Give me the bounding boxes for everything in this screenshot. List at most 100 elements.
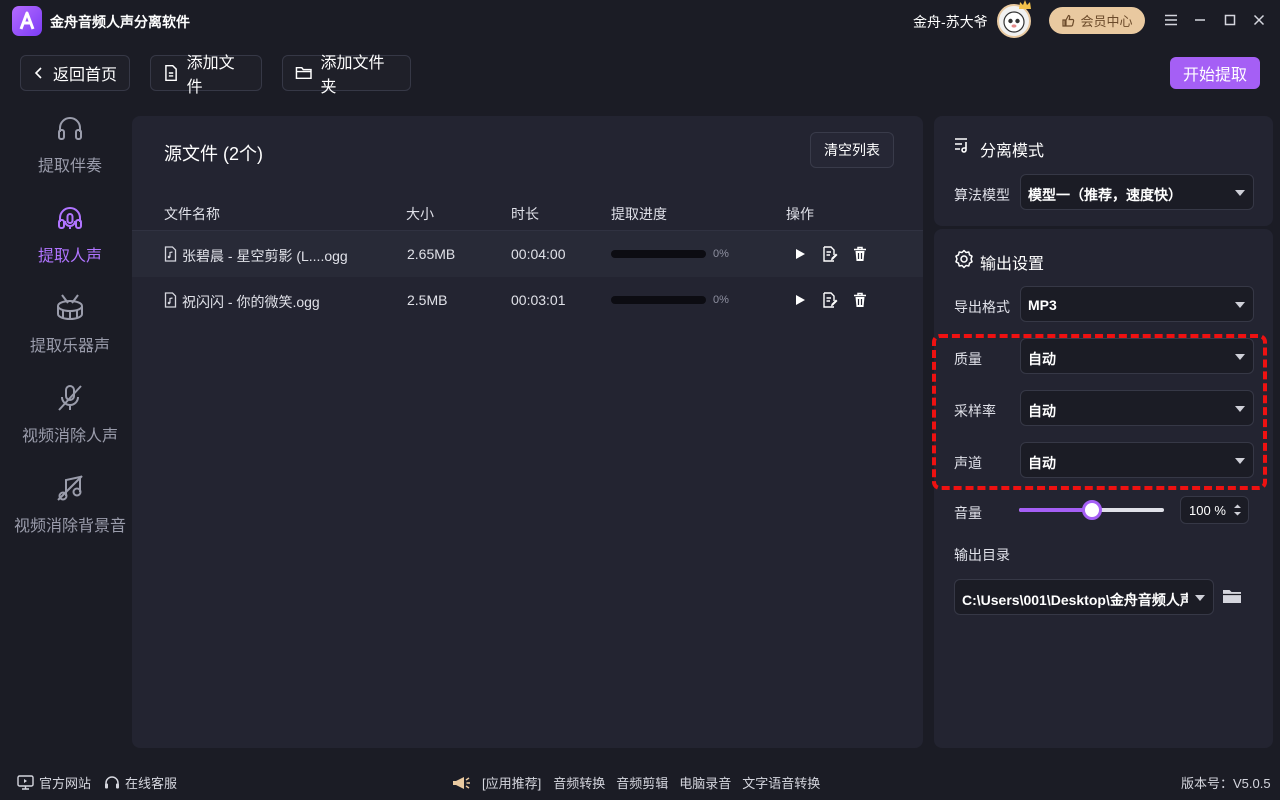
output-settings-title: 输出设置 [980,256,1045,273]
play-icon[interactable] [792,292,808,308]
model-value: 模型一（推荐，速度快） [1028,187,1182,203]
audio-file-icon [164,246,177,262]
sidebar-item-extract-accompaniment[interactable]: 提取伴奏 [0,112,140,176]
browse-folder-icon[interactable] [1222,587,1242,605]
drum-icon [57,294,83,320]
official-website-link[interactable]: 官方网站 [17,773,91,792]
title-bar: 金舟音频人声分离软件 金舟-苏大爷 会员中心 [0,0,1280,40]
column-header-actions: 操作 [786,206,814,222]
chevron-down-icon [1235,190,1245,196]
column-header-progress: 提取进度 [611,206,667,222]
play-icon[interactable] [792,246,808,262]
output-dir-label: 输出目录 [954,547,1010,563]
volume-slider-handle[interactable] [1081,500,1102,520]
headset-mic-icon [58,207,82,229]
table-row[interactable]: 张碧晨 - 星空剪影 (L....ogg 2.65MB 00:04:00 0% [132,231,923,277]
model-label: 算法模型 [954,187,1010,203]
online-support-label: 在线客服 [125,776,178,791]
model-select[interactable]: 模型一（推荐，速度快） [1020,174,1254,210]
back-home-label: 返回首页 [53,67,118,84]
app-title: 金舟音频人声分离软件 [50,14,190,30]
username[interactable]: 金舟-苏大爷 [913,12,988,32]
menu-icon[interactable] [1162,11,1180,29]
headphones-icon [58,117,82,140]
vip-center-label: 会员中心 [1080,14,1133,29]
column-header-duration: 时长 [511,206,539,222]
music-off-icon [57,475,83,501]
minimize-icon[interactable] [1191,11,1209,29]
start-extract-button[interactable]: 开始提取 [1170,57,1260,89]
format-select[interactable]: MP3 [1020,286,1254,322]
sliders-icon [955,138,967,153]
footer-link-audio-edit[interactable]: 音频剪辑 [616,773,668,792]
file-name: 祝闪闪 - 你的微笑.ogg [182,294,320,310]
footer-link-text-to-speech[interactable]: 文字语音转换 [742,773,820,792]
gear-icon [955,249,973,269]
sidebar-item-extract-vocals[interactable]: 提取人声 [0,202,140,266]
format-label: 导出格式 [954,299,1010,315]
separation-mode-title: 分离模式 [980,143,1045,160]
add-file-label: 添加文件 [186,55,235,96]
volume-label: 音量 [954,505,982,521]
volume-stepper[interactable]: 100 % [1180,496,1249,524]
chevron-down-icon [1195,595,1205,601]
sidebar-item-video-remove-bgm[interactable]: 视频消除背景音 [0,472,140,536]
sidebar-item-label: 提取伴奏 [37,158,102,175]
file-list-panel: 源文件 (2个) 清空列表 文件名称 大小 时长 提取进度 操作 张碧晨 - 星… [132,116,923,748]
edit-file-icon[interactable] [822,292,838,308]
trash-icon[interactable] [852,292,868,308]
chevron-left-icon [34,67,42,79]
official-website-label: 官方网站 [39,776,92,791]
file-size: 2.65MB [407,246,456,262]
folder-icon [295,66,312,80]
app-recommend-section: [应用推荐] 音频转换 音频剪辑 电脑录音 文字语音转换 [451,773,820,792]
megaphone-icon [453,776,470,789]
sidebar-item-label: 提取乐器声 [29,338,110,355]
file-duration: 00:03:01 [511,292,566,308]
sidebar-item-label: 视频消除人声 [21,428,118,445]
progress-bar [611,250,706,258]
file-duration: 00:04:00 [511,246,566,262]
version-info: 版本号：V5.0.5 [1181,773,1271,792]
thumbs-up-icon [1062,14,1075,27]
close-icon[interactable] [1250,11,1268,29]
table-row[interactable]: 祝闪闪 - 你的微笑.ogg 2.5MB 00:03:01 0% [132,277,923,323]
volume-slider-fill [1019,508,1092,512]
stepper-arrows-icon[interactable] [1233,503,1242,517]
volume-value: 100 % [1189,503,1226,518]
monitor-icon [17,775,34,790]
progress-bar [611,296,706,304]
add-folder-button[interactable]: 添加文件夹 [282,55,411,96]
app-recommend-label: [应用推荐] [482,776,542,791]
back-home-button[interactable]: 返回首页 [20,55,130,91]
column-header-name: 文件名称 [164,206,220,222]
file-name: 张碧晨 - 星空剪影 (L....ogg [182,248,348,264]
output-dir-value: C:\Users\001\Desktop\金舟音频人声分离 [962,592,1188,608]
file-icon [165,64,177,82]
file-list-title: 源文件 (2个) [164,144,263,164]
mic-off-icon [58,385,82,411]
format-value: MP3 [1028,297,1057,313]
chevron-down-icon [1235,302,1245,308]
add-folder-label: 添加文件夹 [320,55,385,96]
sidebar-item-label: 提取人声 [37,248,102,265]
clear-list-button[interactable]: 清空列表 [810,132,894,168]
online-support-link[interactable]: 在线客服 [104,773,177,792]
trash-icon[interactable] [852,246,868,262]
progress-percent: 0% [713,294,729,306]
sidebar-item-extract-instruments[interactable]: 提取乐器声 [0,292,140,356]
version-label: 版本号：V5.0.5 [1181,776,1271,791]
sidebar-item-video-remove-vocals[interactable]: 视频消除人声 [0,382,140,446]
vip-center-button[interactable]: 会员中心 [1049,7,1145,34]
footer-link-audio-convert[interactable]: 音频转换 [553,773,605,792]
edit-file-icon[interactable] [822,246,838,262]
output-dir-select[interactable]: C:\Users\001\Desktop\金舟音频人声分离 [954,579,1214,615]
app-logo-icon [12,6,42,36]
highlight-annotation-box [932,334,1267,490]
footer-link-pc-record[interactable]: 电脑录音 [679,773,731,792]
sidebar-item-label: 视频消除背景音 [13,518,126,535]
progress-percent: 0% [713,248,729,260]
add-file-button[interactable]: 添加文件 [150,55,262,96]
maximize-icon[interactable] [1221,11,1239,29]
column-header-size: 大小 [406,206,434,222]
